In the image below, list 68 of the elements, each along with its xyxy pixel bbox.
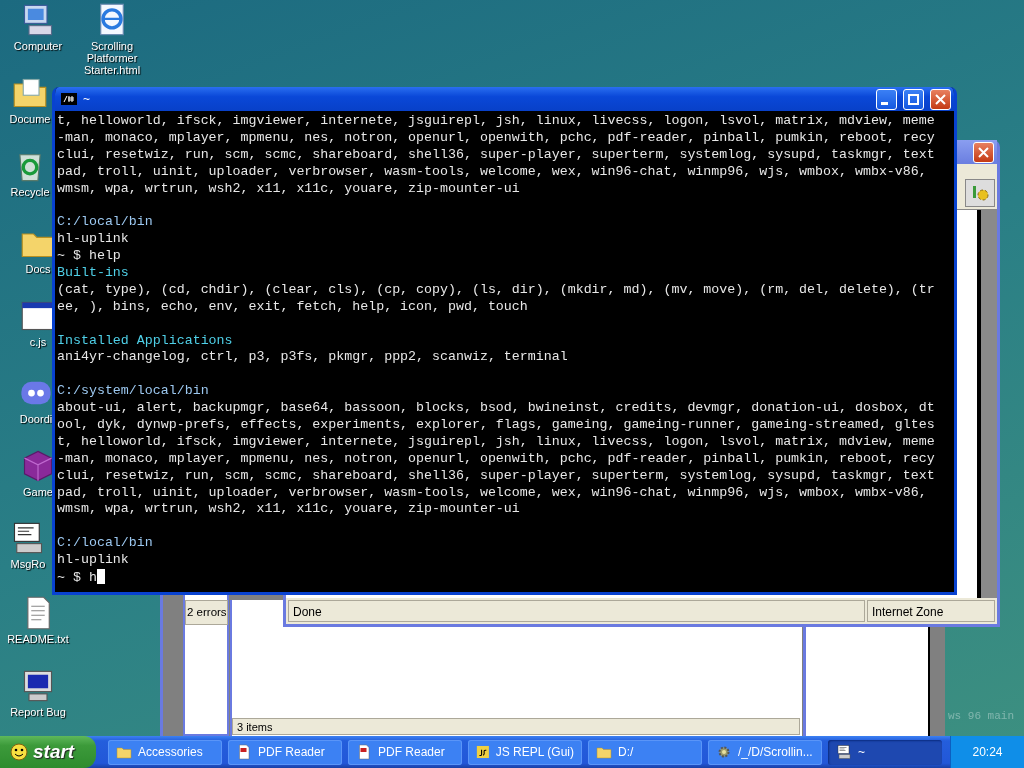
output-line: ool, dyk, dynwp-prefs, effects, experiments, explorer, flags, gameing, gameing-runner, gameing-streamed, gltes bbox=[57, 417, 935, 433]
output-line: ee, ), bins, echo, env, exit, fetch, help, icon, pwd, touch bbox=[57, 298, 528, 314]
taskbar-button[interactable]: /_/D/Scrollin... bbox=[708, 739, 822, 765]
section-heading: Built-ins bbox=[57, 265, 129, 280]
close-icon bbox=[935, 93, 946, 105]
output-line: t, helloworld, ifsck, imgviewer, internete, jsguirepl, jsh, linux, livecss, logon, lsvol, matrix, mdview, meme bbox=[57, 113, 935, 128]
document-icon bbox=[236, 744, 252, 760]
close-button[interactable] bbox=[973, 141, 994, 163]
smiley-icon bbox=[10, 743, 28, 761]
output-line: ~ $ help bbox=[57, 248, 121, 264]
path-line: C:/system/local/bin bbox=[57, 383, 209, 399]
output-line: wmsm, wpa, wrtrun, wsh2, x11, x11c, youare, zip-mounter-ui bbox=[57, 180, 520, 196]
minimize-icon bbox=[881, 101, 888, 105]
output-line: clui, resetwiz, run, scm, scmc, shareboard, shell36, super-player, superterm, systemlog, sysupd, taskmgr, text bbox=[57, 467, 935, 483]
close-button[interactable] bbox=[930, 88, 951, 110]
status-bar: 2 errors bbox=[185, 600, 228, 626]
taskbar-button[interactable]: Accessories bbox=[108, 739, 222, 765]
command-input[interactable]: ~ $ h bbox=[57, 570, 97, 586]
output-line: ani4yr-changelog, ctrl, p3, p3fs, pkmgr, ppp2, scanwiz, terminal bbox=[57, 349, 568, 365]
output-line: pad, troll, uinit, uploader, verbrowser, wasm-tools, welcome, wex, win96-chat, winmp96, wjs, wmbox, wmbx-v86, bbox=[57, 484, 927, 500]
taskbar-button[interactable]: PDF Reader bbox=[228, 739, 342, 765]
output-line: hl-uplink bbox=[57, 552, 129, 568]
clock: 20:24 bbox=[950, 736, 1024, 768]
computer-icon bbox=[836, 744, 852, 760]
icon-label: Report Bug bbox=[10, 706, 66, 718]
js-icon bbox=[476, 744, 490, 760]
toolbar-button[interactable] bbox=[965, 179, 995, 207]
icon-label: Scrolling Platformer Starter.html bbox=[82, 40, 142, 76]
terminal-icon bbox=[61, 93, 77, 105]
zone-status: Internet Zone bbox=[867, 600, 995, 622]
output-line: hl-uplink bbox=[57, 231, 129, 247]
taskbar-button[interactable]: JS REPL (Gui) bbox=[468, 739, 582, 765]
taskbar-button[interactable]: ~ bbox=[828, 739, 942, 765]
icon-label: c.js bbox=[29, 336, 47, 348]
icon-label: Recycle bbox=[10, 186, 50, 198]
output-line: clui, resetwiz, run, scm, scmc, shareboard, shell36, super-player, superterm, systemlog, sysupd, taskmgr, text bbox=[57, 146, 935, 162]
icon-label: Docs bbox=[25, 263, 51, 275]
output-line: -man, monaco, mplayer, mpmenu, nes, notron, openurl, openwith, pchc, pdf-reader, pinball, pumkin, reboot, recy bbox=[57, 129, 935, 145]
icon-label: Doordi bbox=[19, 413, 53, 425]
output-line: about-ui, alert, backupmgr, base64, bassoon, blocks, bsod, bwineinst, credits, devmgr, donation-ui, dosbox, dt bbox=[57, 400, 935, 416]
status-bar: Done bbox=[288, 600, 865, 622]
icon-label: MsgRo bbox=[10, 558, 46, 570]
output-line: -man, monaco, mplayer, mpmenu, nes, notron, openurl, openwith, pchc, pdf-reader, pinball, pumkin, reboot, recy bbox=[57, 450, 935, 466]
icon-label: Docume bbox=[9, 113, 51, 125]
folder-icon bbox=[116, 744, 132, 760]
status-bar: 3 items bbox=[232, 718, 800, 735]
icon-label: README.txt bbox=[7, 633, 69, 645]
version-text: ws 96 main bbox=[948, 709, 1014, 724]
output-line: t, helloworld, ifsck, imgviewer, internete, jsguirepl, jsh, linux, livecss, logon, lsvol, matrix, mdview, meme bbox=[57, 433, 935, 449]
output-line: (cat, type), (cd, chdir), (clear, cls), (cp, copy), (ls, dir), (mkdir, md), (mv, move), (rm, del, delete), (tr bbox=[57, 281, 935, 297]
taskbar-button[interactable]: PDF Reader bbox=[348, 739, 462, 765]
window-title: ~ bbox=[83, 91, 91, 108]
maximize-icon bbox=[908, 93, 919, 105]
section-heading: Installed Applications bbox=[57, 332, 233, 348]
icon-label: Game bbox=[23, 486, 53, 498]
folder-icon bbox=[596, 744, 612, 760]
document-icon bbox=[356, 744, 372, 760]
output-line: wmsm, wpa, wrtrun, wsh2, x11, x11c, youare, zip-mounter-ui bbox=[57, 501, 520, 517]
path-line: C:/local/bin bbox=[57, 535, 153, 551]
start-button[interactable]: start bbox=[0, 736, 96, 768]
maximize-button[interactable] bbox=[903, 88, 924, 110]
path-line: C:/local/bin bbox=[57, 214, 153, 230]
output-line: pad, troll, uinit, uploader, verbrowser, wasm-tools, welcome, wex, win96-chat, winmp96, wjs, wmbox, wmbx-v86, bbox=[57, 163, 927, 179]
text-cursor bbox=[96, 569, 105, 585]
icon-label: Computer bbox=[13, 40, 63, 52]
taskbar-button[interactable]: D:/ bbox=[588, 739, 702, 765]
close-icon bbox=[978, 146, 989, 158]
minimize-button[interactable] bbox=[876, 88, 897, 110]
